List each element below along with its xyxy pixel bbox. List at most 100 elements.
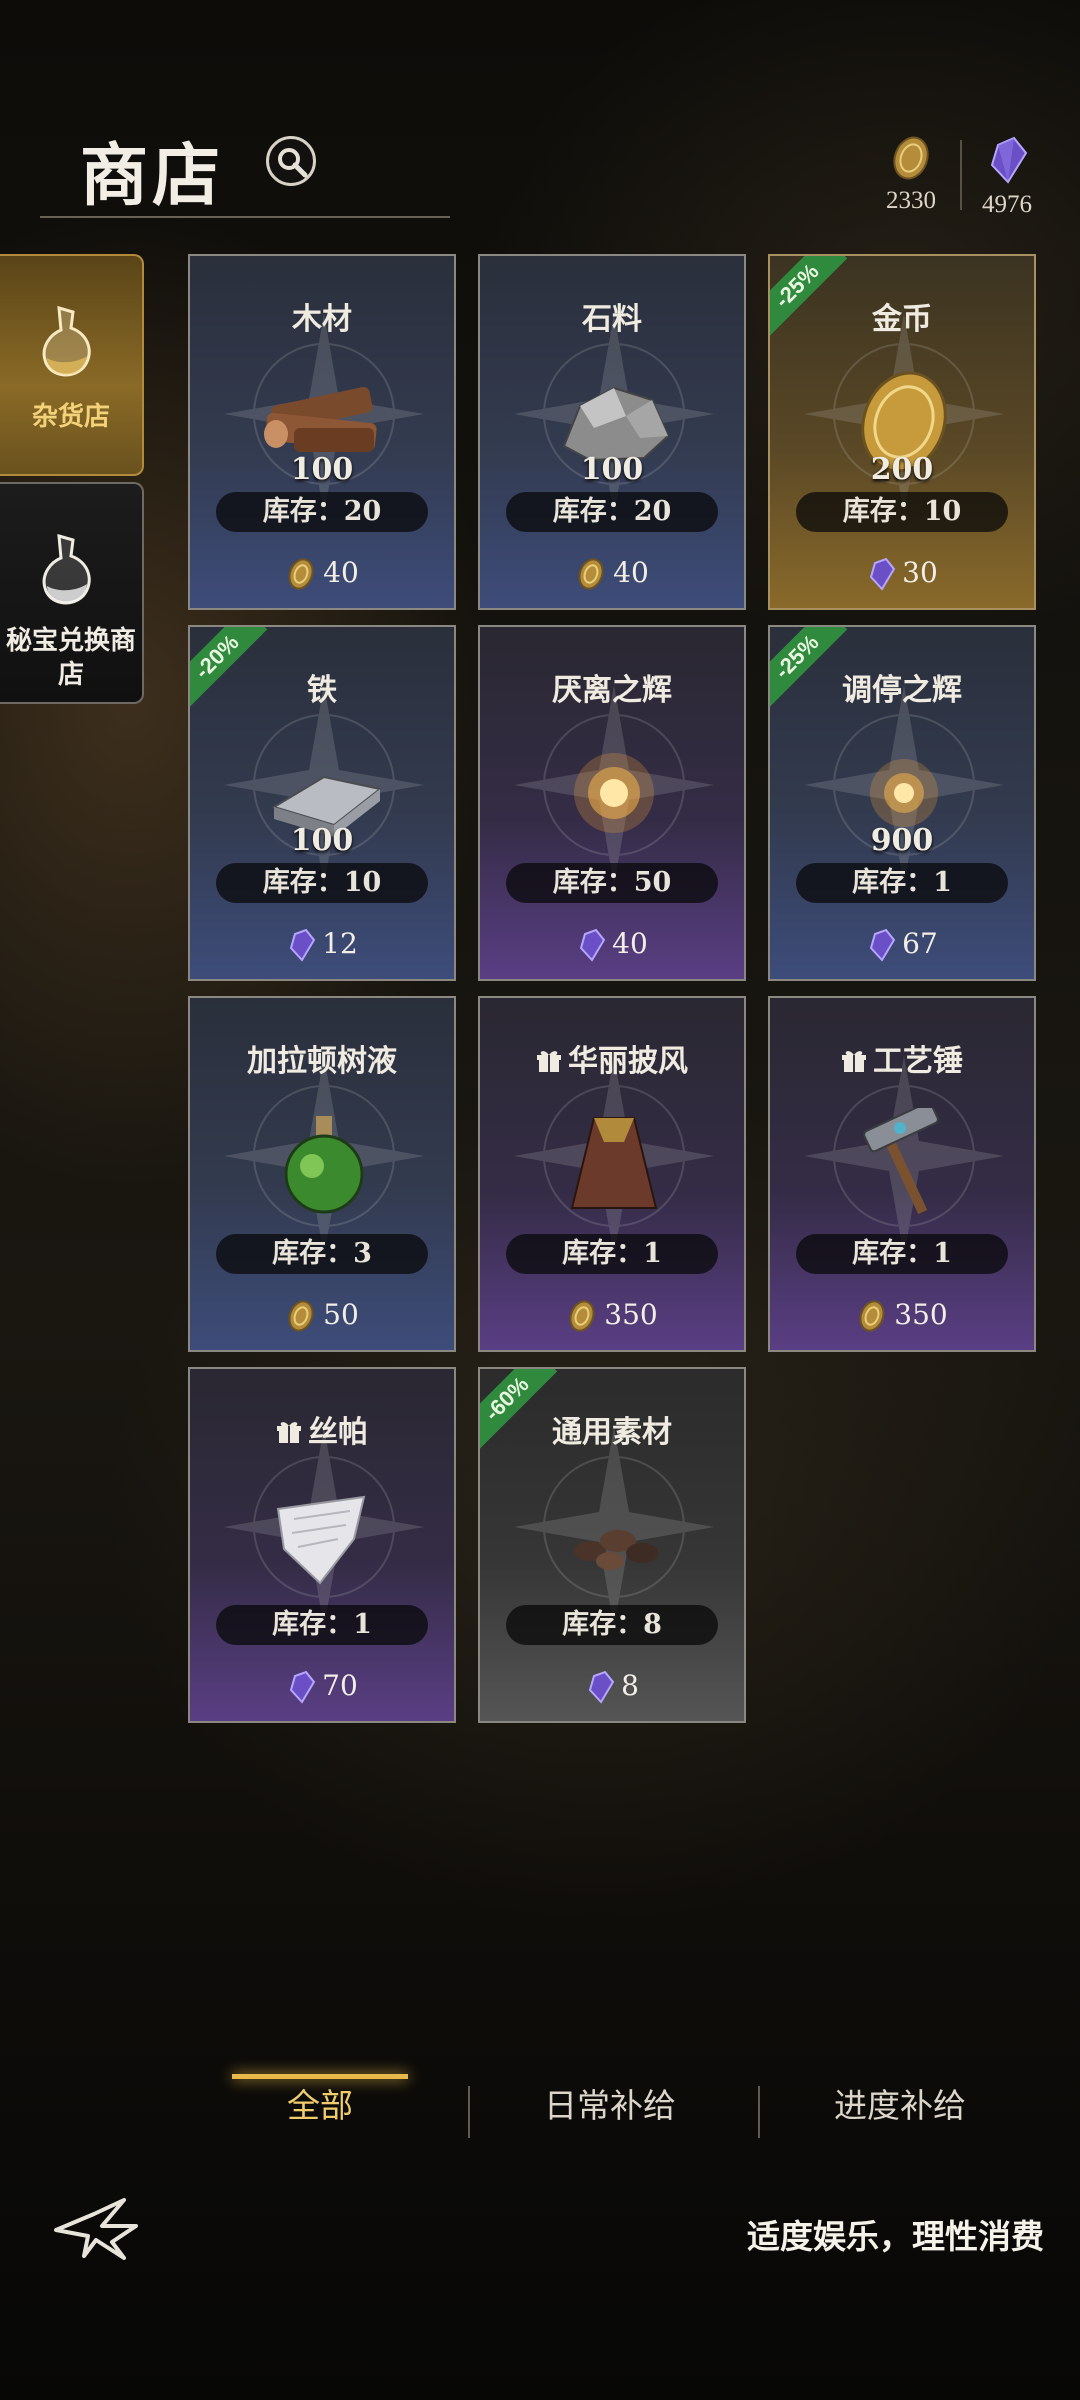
shop-item-card[interactable]: -20% 铁 100 库存：10 12 [188,625,456,981]
item-stock: 库存：8 [506,1605,718,1645]
item-price: 12 [190,927,454,962]
gold-coin-icon [859,1300,885,1332]
purple-crystal-icon [870,557,896,591]
potion-flask-icon [42,533,91,605]
tab-progress-supply[interactable]: 进度补给 [770,2066,1030,2146]
crystal-currency: 4976 [962,135,1052,219]
item-name: 金币 [872,302,932,337]
item-price: 70 [190,1669,454,1704]
purple-crystal-icon [580,928,606,962]
search-button[interactable] [266,136,316,186]
item-price: 67 [770,927,1034,962]
purple-crystal-icon [870,928,896,962]
item-name-text: 工艺锤 [873,1044,963,1079]
item-stock: 库存：3 [216,1234,428,1274]
gold-coin-icon [288,1300,314,1332]
item-name: 工艺锤 [770,1036,1034,1080]
price-value: 350 [604,1298,658,1331]
item-stock: 库存：10 [796,492,1008,532]
item-price: 50 [190,1298,454,1333]
price-value: 40 [323,556,359,589]
purple-crystal-icon [588,1670,615,1704]
side-tab-label: 杂货店 [31,402,110,432]
item-stock: 库存：1 [796,863,1008,903]
gold-coin-icon [578,558,604,590]
price-value: 70 [322,1669,358,1702]
item-name: 加拉顿树液 [247,1044,397,1079]
item-name: 铁 [307,673,337,708]
shop-item-card[interactable]: -25% 金币 200 库存：10 30 [768,254,1036,610]
gold-coin-icon [569,1300,595,1332]
price-value: 67 [902,927,938,960]
shop-item-card[interactable]: -60% 通用素材 库存：8 8 [478,1367,746,1723]
gift-icon [277,1422,301,1443]
gift-icon [537,1051,561,1072]
shop-item-card[interactable]: 厌离之辉 库存：50 40 [478,625,746,981]
item-name: 华丽披风 [480,1036,744,1080]
search-icon [278,148,308,178]
tab-divider [468,2086,470,2138]
item-quantity: 100 [290,823,354,858]
item-stock: 库存：10 [216,863,428,903]
side-tab-general-store[interactable]: 杂货店 [0,254,144,476]
item-quantity: 100 [290,452,354,487]
gold-coin-icon [288,558,314,590]
item-price: 8 [480,1669,744,1704]
tab-daily-supply[interactable]: 日常补给 [480,2066,740,2146]
price-value: 8 [621,1669,639,1702]
purple-crystal-icon [990,136,1028,184]
item-name: 木材 [292,302,352,337]
item-name: 调停之辉 [842,673,962,708]
item-quantity: 200 [870,452,934,487]
item-name: 石料 [582,302,642,337]
side-tab-treasure-exchange[interactable]: 秘宝兑换商店 [0,482,144,704]
item-stock: 库存：20 [216,492,428,532]
bottom-tab-bar: 全部 日常补给 进度补给 [180,2066,1040,2146]
shop-item-card[interactable]: 石料 100 库存：20 40 [478,254,746,610]
tab-divider [758,2086,760,2138]
materials-pile-icon [574,1530,658,1570]
item-name: 通用素材 [552,1415,672,1450]
shop-item-card[interactable]: 工艺锤 库存：1 350 [768,996,1036,1352]
price-value: 12 [322,927,358,960]
gold-coin-icon [893,136,929,180]
price-value: 30 [902,556,938,589]
shop-item-card[interactable]: -25% 调停之辉 900 库存：1 67 [768,625,1036,981]
item-quantity: 100 [580,452,644,487]
item-price: 30 [770,556,1034,591]
page-title: 商店 [80,136,225,216]
item-price: 350 [770,1298,1034,1333]
price-value: 40 [612,927,648,960]
moderation-notice: 适度娱乐，理性消费 [747,2217,1044,2256]
price-value: 40 [613,556,649,589]
price-value: 350 [894,1298,948,1331]
game-logo-icon [54,2198,138,2260]
item-name-text: 丝帕 [308,1415,368,1450]
item-name: 丝帕 [190,1407,454,1451]
shop-item-card[interactable]: 丝帕 库存：1 70 [188,1367,456,1723]
gift-icon [842,1051,866,1072]
silk-handkerchief-icon [276,1495,366,1585]
header: 商店 [40,120,450,218]
cloak-icon [570,1117,658,1209]
item-stock: 库存：1 [216,1605,428,1645]
potion-flask-icon [42,305,91,377]
item-stock: 库存：1 [796,1234,1008,1274]
purple-crystal-icon [290,928,316,962]
item-quantity: 900 [870,823,934,858]
gold-currency: 2330 [866,135,956,215]
item-price: 350 [480,1298,744,1333]
tab-all[interactable]: 全部 [180,2066,460,2146]
item-stock: 库存：20 [506,492,718,532]
green-potion-icon [284,1116,364,1214]
shop-item-card[interactable]: 华丽披风 库存：1 350 [478,996,746,1352]
hammer-icon [863,1108,939,1215]
side-tab-label: 秘宝兑换商店 [5,626,136,690]
item-stock: 库存：1 [506,1234,718,1274]
gold-amount: 2330 [886,187,936,214]
item-price: 40 [190,556,454,591]
shop-item-card[interactable]: 加拉顿树液 库存：3 50 [188,996,456,1352]
item-stock: 库存：50 [506,863,718,903]
item-price: 40 [480,927,744,962]
shop-item-card[interactable]: 木材 100 库存：20 40 [188,254,456,610]
